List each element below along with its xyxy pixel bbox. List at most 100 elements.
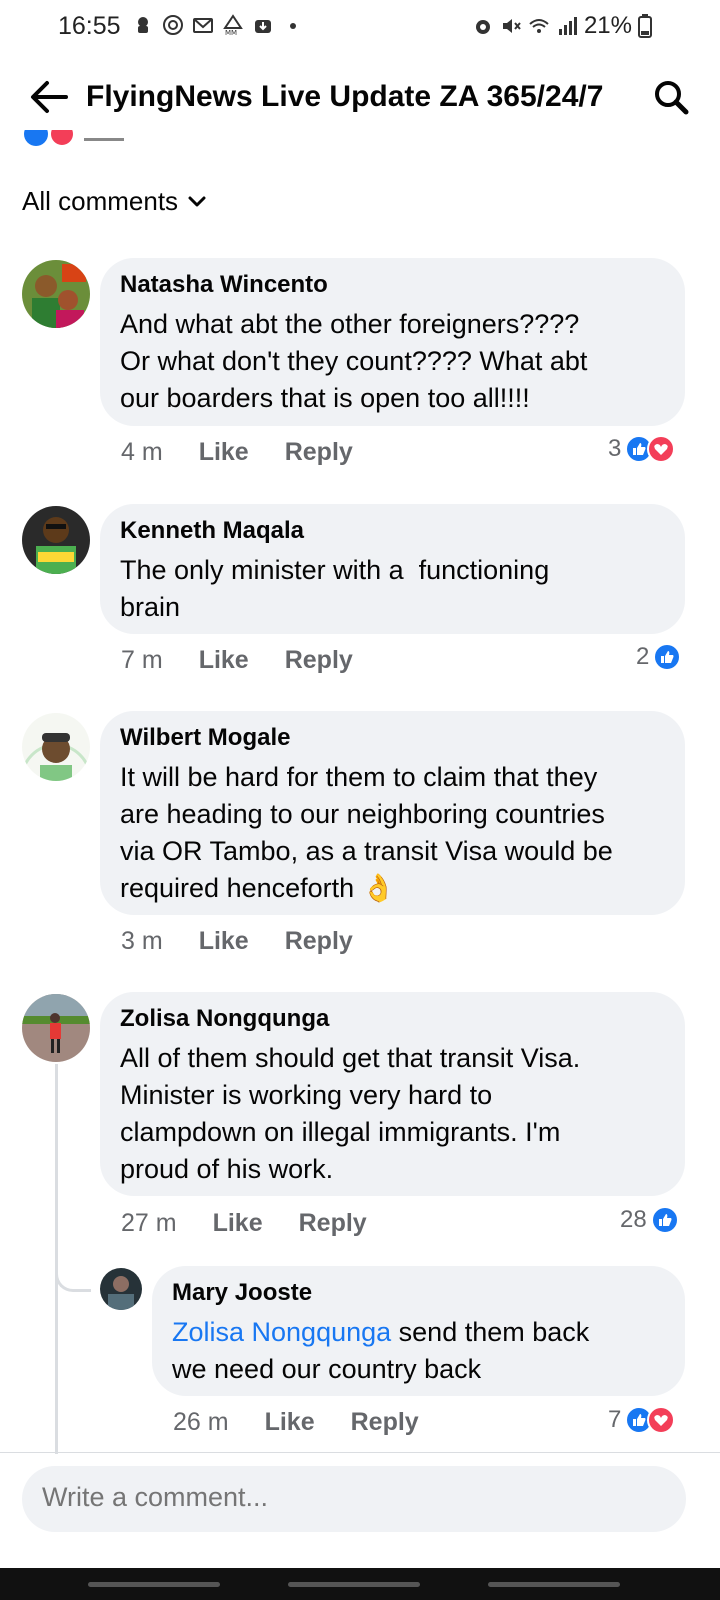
alarm-icon [475, 20, 490, 34]
avatar[interactable] [100, 1268, 142, 1310]
comment-bubble[interactable]: Wilbert Mogale It will be hard for them … [100, 711, 685, 915]
comment-composer[interactable] [22, 1466, 686, 1532]
like-button[interactable]: Like [199, 927, 249, 956]
comment-sort-dropdown[interactable]: All comments [22, 186, 206, 217]
signal-icon [558, 17, 577, 35]
comment-text-line: are heading to our neighboring countries [120, 799, 605, 829]
nav-back-button[interactable] [488, 1582, 620, 1587]
avatar[interactable] [22, 260, 90, 328]
commenter-name[interactable]: Kenneth Maqala [120, 516, 663, 546]
like-button[interactable]: Like [199, 646, 249, 675]
comment-text-line: via OR Tambo, as a transit Visa would be [120, 836, 613, 866]
battery-icon [638, 14, 652, 38]
comment-text-line: our boarders that is open too all!!!! [120, 383, 530, 413]
comment-text-line: The only minister with a functioning [120, 555, 550, 585]
comment-text-line: clampdown on illegal immigrants. I'm [120, 1117, 561, 1147]
comment-meta: 26 m Like Reply [173, 1408, 455, 1437]
mute-icon [502, 19, 521, 33]
comment-text-line: Zolisa Nongqunga send them back [172, 1314, 663, 1351]
status-bar: 16:55 MM 21% [0, 0, 720, 52]
avatar[interactable] [22, 713, 90, 781]
comment-meta: 3 m Like Reply [121, 927, 389, 956]
reply-button[interactable]: Reply [285, 927, 353, 956]
download-icon [255, 20, 271, 33]
composer-divider [0, 1452, 720, 1453]
comment-time: 4 m [121, 438, 163, 466]
comment-text-line: Or what don't they count???? What abt [120, 346, 588, 376]
comment-text-line: All of them should get that transit Visa… [120, 1043, 581, 1073]
avatar[interactable] [22, 994, 90, 1062]
love-reaction-icon [647, 435, 676, 463]
like-button[interactable]: Like [199, 438, 249, 467]
like-reaction-icon [653, 643, 682, 671]
page-header: FlyingNews Live Update ZA 365/24/7 [0, 66, 720, 130]
dot-icon [290, 23, 296, 29]
mm-icon: MM [223, 14, 243, 36]
like-button[interactable]: Like [265, 1408, 315, 1437]
mention-link[interactable]: Zolisa Nongqunga [172, 1317, 391, 1347]
reaction-icons [24, 130, 124, 147]
comment-time: 26 m [173, 1408, 229, 1436]
page-title: FlyingNews Live Update ZA 365/24/7 [86, 80, 604, 113]
nav-home-button[interactable] [288, 1582, 420, 1587]
reaction-number: 2 [636, 643, 650, 670]
commenter-name[interactable]: Wilbert Mogale [120, 723, 663, 753]
comment-text-line: It will be hard for them to claim that t… [120, 762, 598, 792]
comment-text-line: required henceforth 👌 [120, 873, 396, 903]
comment-text-line: proud of his work. [120, 1154, 334, 1184]
avatar[interactable] [22, 506, 90, 574]
reply-button[interactable]: Reply [351, 1408, 419, 1437]
back-button[interactable] [28, 76, 70, 118]
comment-meta: 4 m Like Reply [121, 438, 389, 467]
post-reactions-remnant[interactable] [22, 130, 142, 150]
chevron-down-icon [188, 196, 206, 206]
avatar-image [22, 260, 90, 328]
notification-icon [138, 17, 148, 33]
commenter-name[interactable]: Mary Jooste [172, 1278, 663, 1308]
battery-percent: 21% [583, 12, 632, 39]
thread-line [55, 1064, 58, 1454]
comment-text-line: we need our country back [172, 1354, 482, 1384]
love-reaction-icon [647, 1406, 676, 1434]
comment-meta: 27 m Like Reply [121, 1209, 403, 1238]
comment-time: 3 m [121, 927, 163, 955]
reply-button[interactable]: Reply [285, 438, 353, 467]
comment-meta: 7 m Like Reply [121, 646, 389, 675]
reaction-count[interactable]: 2 [636, 643, 682, 671]
comment-text: send them back [391, 1317, 590, 1347]
commenter-name[interactable]: Zolisa Nongqunga [120, 1004, 663, 1034]
reply-button[interactable]: Reply [285, 646, 353, 675]
system-nav-bar [0, 1568, 720, 1600]
avatar-image [22, 994, 90, 1062]
status-left-icons: MM [132, 14, 304, 36]
comment-time: 27 m [121, 1209, 177, 1237]
like-button[interactable]: Like [213, 1209, 263, 1238]
avatar-image [100, 1268, 142, 1310]
comment-input[interactable] [42, 1482, 642, 1513]
commenter-name[interactable]: Natasha Wincento [120, 270, 663, 300]
comment-time: 7 m [121, 646, 163, 674]
comment-bubble[interactable]: Natasha Wincento And what abt the other … [100, 258, 685, 426]
thread-connector [55, 1262, 91, 1292]
reaction-count[interactable]: 28 [620, 1206, 679, 1234]
comment-bubble[interactable]: Mary Jooste Zolisa Nongqunga send them b… [152, 1266, 685, 1396]
comment-bubble[interactable]: Zolisa Nongqunga All of them should get … [100, 992, 685, 1196]
reaction-number: 3 [608, 435, 622, 462]
avatar-image [22, 506, 90, 574]
search-icon [655, 81, 689, 115]
comment-text-line: Minister is working very hard to [120, 1080, 493, 1110]
search-button[interactable] [650, 76, 692, 118]
status-right: 21% [472, 12, 652, 40]
reaction-count[interactable]: 3 [608, 435, 676, 463]
wifi-icon [529, 19, 549, 33]
sort-label: All comments [22, 186, 179, 216]
comment-bubble[interactable]: Kenneth Maqala The only minister with a … [100, 504, 685, 634]
avatar-image [22, 713, 90, 781]
reaction-count[interactable]: 7 [608, 1406, 676, 1434]
svg-text:MM: MM [225, 29, 237, 36]
comment-text-line: brain [120, 592, 181, 622]
reaction-number: 28 [620, 1206, 647, 1233]
reply-button[interactable]: Reply [299, 1209, 367, 1238]
back-arrow-icon [31, 81, 68, 113]
nav-recents-button[interactable] [88, 1582, 220, 1587]
